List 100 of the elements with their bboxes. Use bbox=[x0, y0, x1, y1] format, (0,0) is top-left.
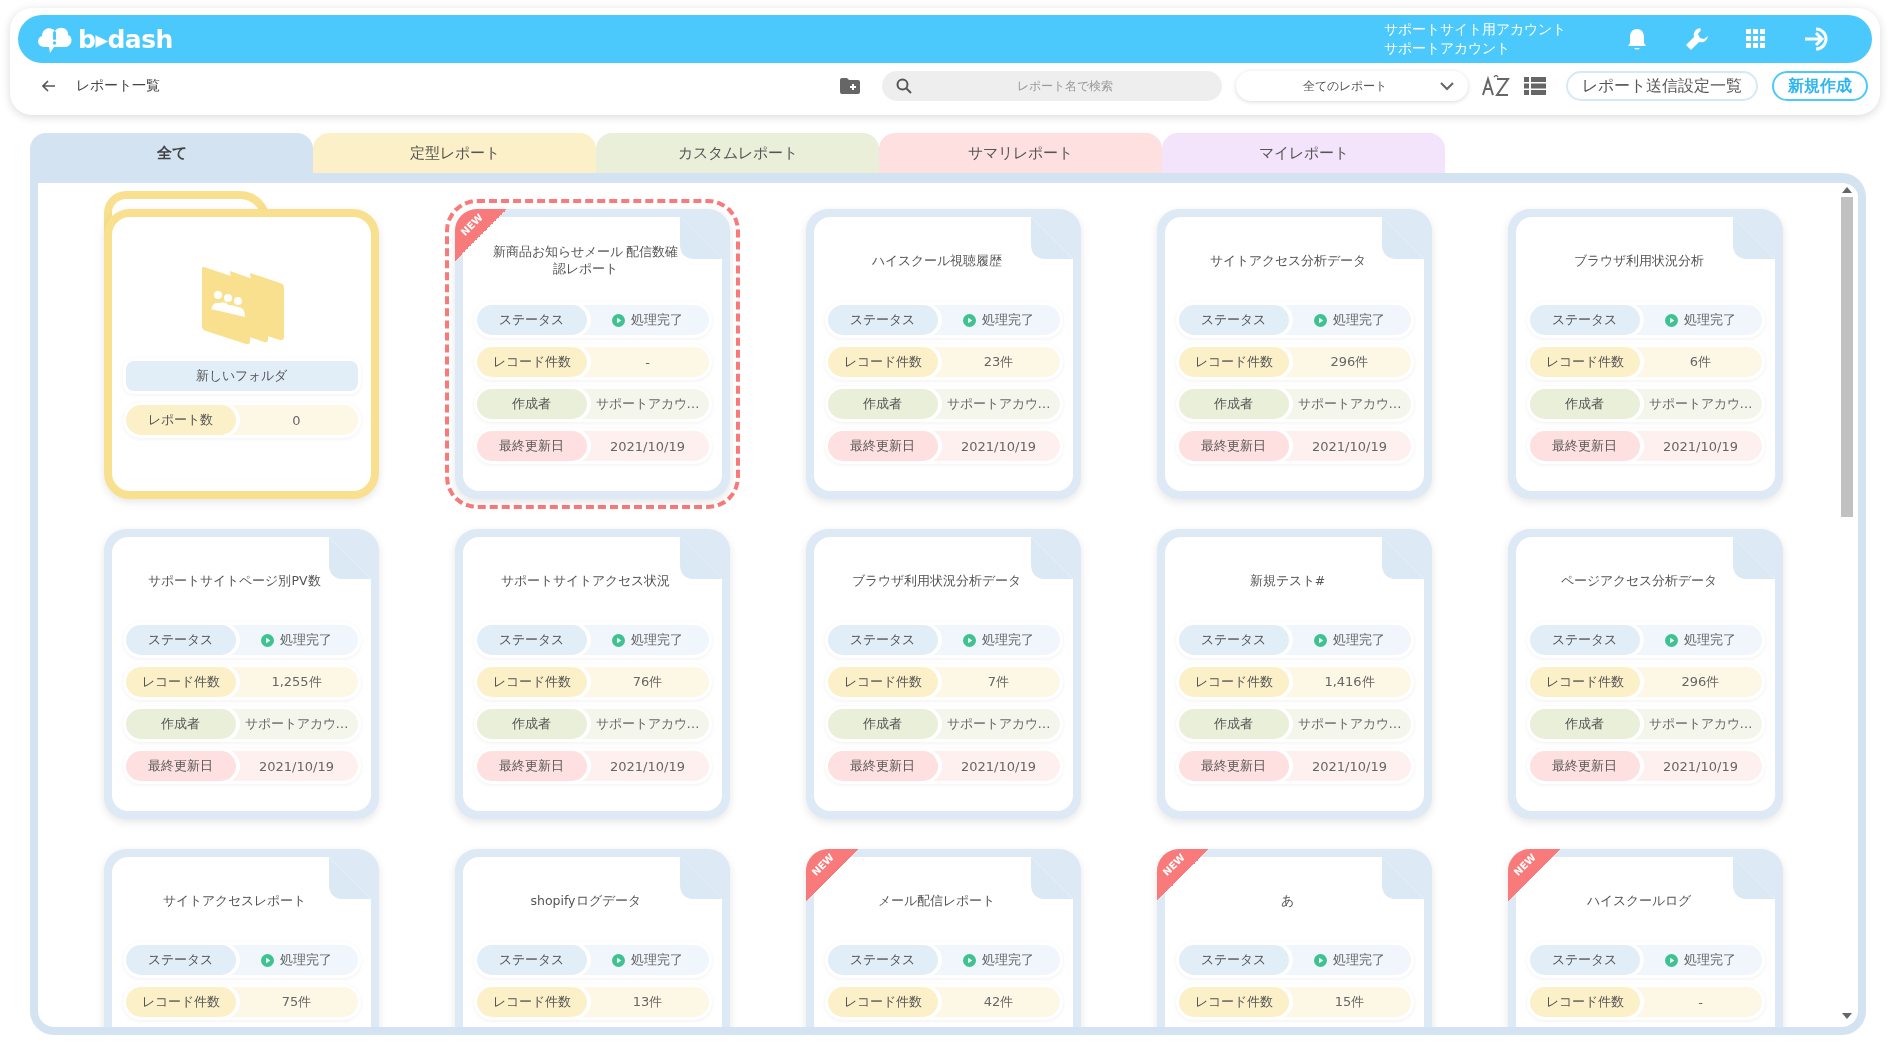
row-label: ステータス bbox=[827, 625, 938, 655]
report-title: shopifyログデータ bbox=[529, 891, 642, 910]
report-title: サポートサイトページ別PV数 bbox=[147, 571, 322, 590]
report-card[interactable]: サイトアクセスレポート ステータス 処理完了 レコード件数 75件 bbox=[104, 849, 379, 1027]
row-value: 2021/10/19 bbox=[961, 758, 1036, 774]
report-title: サポートサイトアクセス状況 bbox=[500, 571, 671, 590]
row-value: 0 bbox=[291, 412, 302, 428]
row-label: 作成者 bbox=[476, 389, 587, 419]
row-value: - bbox=[1698, 994, 1703, 1010]
page-fold-icon bbox=[1031, 217, 1073, 259]
row-value: 2021/10/19 bbox=[259, 758, 334, 774]
row-value: 処理完了 bbox=[1333, 631, 1385, 649]
row-value: サポートアカウ… bbox=[946, 395, 1051, 413]
play-status-icon bbox=[261, 633, 274, 647]
report-card[interactable]: サイトアクセス分析データ ステータス 処理完了 レコード件数 296件 作成者 サポートアカウ… 最終更新日 2021/10/19 bbox=[1157, 209, 1432, 499]
row-label: 最終更新日 bbox=[476, 751, 587, 781]
row-value: サポートアカウ… bbox=[1297, 395, 1402, 413]
report-card[interactable]: ブラウザ利用状況分析 ステータス 処理完了 レコード件数 6件 作成者 サポートアカウ… 最終更新日 2021/10/19 bbox=[1508, 209, 1783, 499]
report-tab[interactable]: サマリレポート bbox=[879, 133, 1162, 173]
row-value: 処理完了 bbox=[982, 311, 1034, 329]
row-value: 42件 bbox=[983, 993, 1014, 1011]
play-status-icon bbox=[1665, 313, 1678, 327]
report-card[interactable]: shopifyログデータ ステータス 処理完了 レコード件数 13件 bbox=[455, 849, 730, 1027]
row-label: レコード件数 bbox=[827, 667, 938, 697]
logo-text: b▸dash bbox=[78, 24, 173, 54]
row-value: 処理完了 bbox=[280, 631, 332, 649]
page-fold-icon bbox=[1382, 537, 1424, 579]
row-label: ステータス bbox=[1529, 305, 1640, 335]
row-label: レコード件数 bbox=[1178, 347, 1289, 377]
row-value: サポートアカウ… bbox=[244, 715, 349, 733]
row-value: 処理完了 bbox=[1684, 951, 1736, 969]
row-label: ステータス bbox=[125, 945, 236, 975]
row-label: レコード件数 bbox=[827, 347, 938, 377]
report-card[interactable]: ブラウザ利用状況分析データ ステータス 処理完了 レコード件数 7件 作成者 サポートアカウ… 最終更新日 2021/10/19 bbox=[806, 529, 1081, 819]
play-status-icon bbox=[963, 633, 976, 647]
row-value: 処理完了 bbox=[631, 631, 683, 649]
back-arrow-icon[interactable] bbox=[42, 80, 56, 92]
play-status-icon bbox=[1314, 953, 1327, 967]
report-card[interactable]: ページアクセス分析データ ステータス 処理完了 レコード件数 296件 作成者 サポートアカウ… 最終更新日 2021/10/19 bbox=[1508, 529, 1783, 819]
row-label: 作成者 bbox=[1178, 389, 1289, 419]
page-title: レポート一覧 bbox=[76, 77, 160, 95]
row-value: 23件 bbox=[983, 353, 1014, 371]
row-value: 2021/10/19 bbox=[1663, 758, 1738, 774]
row-value: 7件 bbox=[987, 673, 1010, 691]
chevron-down-icon bbox=[1440, 81, 1454, 91]
row-value: 1,255件 bbox=[271, 673, 322, 691]
search-icon bbox=[896, 78, 912, 94]
row-label: ステータス bbox=[125, 625, 236, 655]
report-tab[interactable]: 全て bbox=[30, 133, 313, 173]
row-value: 処理完了 bbox=[1684, 631, 1736, 649]
play-status-icon bbox=[1665, 633, 1678, 647]
report-card[interactable]: サポートサイトページ別PV数 ステータス 処理完了 レコード件数 1,255件 作成者 サポートアカウ… 最終更新日 2021/10/19 bbox=[104, 529, 379, 819]
page-fold-icon bbox=[329, 857, 371, 899]
page-fold-icon bbox=[1382, 857, 1424, 899]
row-label: ステータス bbox=[476, 625, 587, 655]
folder-card[interactable]: 新しいフォルダ レポート数 0 bbox=[104, 209, 379, 499]
row-label: 作成者 bbox=[827, 709, 938, 739]
row-label: ステータス bbox=[827, 945, 938, 975]
row-value: 2021/10/19 bbox=[610, 758, 685, 774]
list-view-icon[interactable] bbox=[1524, 77, 1546, 95]
report-card[interactable]: サポートサイトアクセス状況 ステータス 処理完了 レコード件数 76件 作成者 サポートアカウ… 最終更新日 2021/10/19 bbox=[455, 529, 730, 819]
row-label: レコード件数 bbox=[827, 987, 938, 1017]
row-label: 作成者 bbox=[476, 709, 587, 739]
page-fold-icon bbox=[680, 537, 722, 579]
report-title: 新規テスト# bbox=[1248, 571, 1327, 590]
scrollbar[interactable] bbox=[1840, 187, 1854, 1019]
play-status-icon bbox=[612, 633, 625, 647]
row-value: サポートアカウ… bbox=[1648, 715, 1753, 733]
report-title: ハイスクール視聴履歴 bbox=[870, 251, 1003, 270]
report-tab[interactable]: 定型レポート bbox=[313, 133, 596, 173]
play-status-icon bbox=[612, 313, 625, 327]
row-value: 296件 bbox=[1681, 673, 1720, 691]
scroll-down-icon[interactable] bbox=[1842, 1013, 1852, 1019]
scroll-thumb[interactable] bbox=[1841, 197, 1853, 517]
sort-az-icon[interactable] bbox=[1482, 75, 1510, 97]
play-status-icon bbox=[1314, 633, 1327, 647]
row-value: サポートアカウ… bbox=[595, 715, 700, 733]
report-card[interactable]: ハイスクール視聴履歴 ステータス 処理完了 レコード件数 23件 作成者 サポートアカウ… 最終更新日 2021/10/19 bbox=[806, 209, 1081, 499]
row-label: レコード件数 bbox=[1178, 667, 1289, 697]
scroll-up-icon[interactable] bbox=[1842, 187, 1852, 193]
row-value: 2021/10/19 bbox=[961, 438, 1036, 454]
add-folder-icon[interactable] bbox=[840, 78, 860, 94]
send-settings-button[interactable]: レポート送信設定一覧 bbox=[1566, 71, 1758, 101]
account-name: サポートサイト用アカウント bbox=[1384, 20, 1566, 39]
row-value: 処理完了 bbox=[982, 631, 1034, 649]
search-field[interactable]: レポート名で検索 bbox=[882, 71, 1222, 101]
report-card[interactable]: 新規テスト# ステータス 処理完了 レコード件数 1,416件 作成者 サポートアカウ… 最終更新日 2021/10/19 bbox=[1157, 529, 1432, 819]
row-label: ステータス bbox=[476, 945, 587, 975]
row-label: ステータス bbox=[827, 305, 938, 335]
row-value: 処理完了 bbox=[982, 951, 1034, 969]
row-label: ステータス bbox=[1178, 305, 1289, 335]
play-status-icon bbox=[261, 953, 274, 967]
row-label: 作成者 bbox=[125, 709, 236, 739]
report-filter-dropdown[interactable]: 全てのレポート bbox=[1236, 71, 1468, 101]
page-fold-icon bbox=[1031, 857, 1073, 899]
row-value: サポートアカウ… bbox=[1648, 395, 1753, 413]
report-tab[interactable]: カスタムレポート bbox=[596, 133, 879, 173]
report-tab[interactable]: マイレポート bbox=[1162, 133, 1445, 173]
row-value: 処理完了 bbox=[1333, 951, 1385, 969]
page-fold-icon bbox=[329, 537, 371, 579]
